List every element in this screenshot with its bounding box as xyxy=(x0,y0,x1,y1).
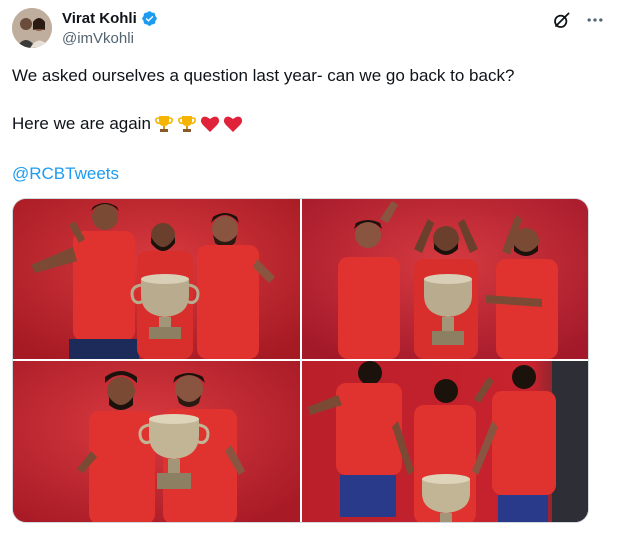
verified-badge-icon xyxy=(141,10,158,27)
grok-icon[interactable] xyxy=(551,10,571,30)
author-block: Virat Kohli @imVkohli xyxy=(62,8,158,47)
media-grid xyxy=(12,198,589,523)
trophy-icon xyxy=(154,114,174,134)
tweet-line-again: Here we are again xyxy=(12,112,243,136)
photo-3[interactable] xyxy=(13,361,300,522)
avatar[interactable] xyxy=(12,8,52,48)
tweet-card: Virat Kohli @imVkohli We asked ourselves… xyxy=(0,0,635,535)
more-options-icon[interactable] xyxy=(585,10,605,30)
display-name-row: Virat Kohli xyxy=(62,8,158,28)
trophy-icon xyxy=(177,114,197,134)
tweet-actions xyxy=(551,10,605,30)
tweet-line-mention: @RCBTweets xyxy=(12,162,119,186)
user-handle[interactable]: @imVkohli xyxy=(62,30,158,47)
tweet-line-question: We asked ourselves a question last year-… xyxy=(12,66,515,85)
photo-1[interactable] xyxy=(13,199,300,359)
photo-4[interactable] xyxy=(302,361,588,522)
tweet-line-again-text: Here we are again xyxy=(12,114,151,133)
red-heart-icon xyxy=(223,114,243,134)
photo-2[interactable] xyxy=(302,199,588,359)
mention-link[interactable]: @RCBTweets xyxy=(12,164,119,183)
display-name[interactable]: Virat Kohli xyxy=(62,10,137,27)
red-heart-icon xyxy=(200,114,220,134)
